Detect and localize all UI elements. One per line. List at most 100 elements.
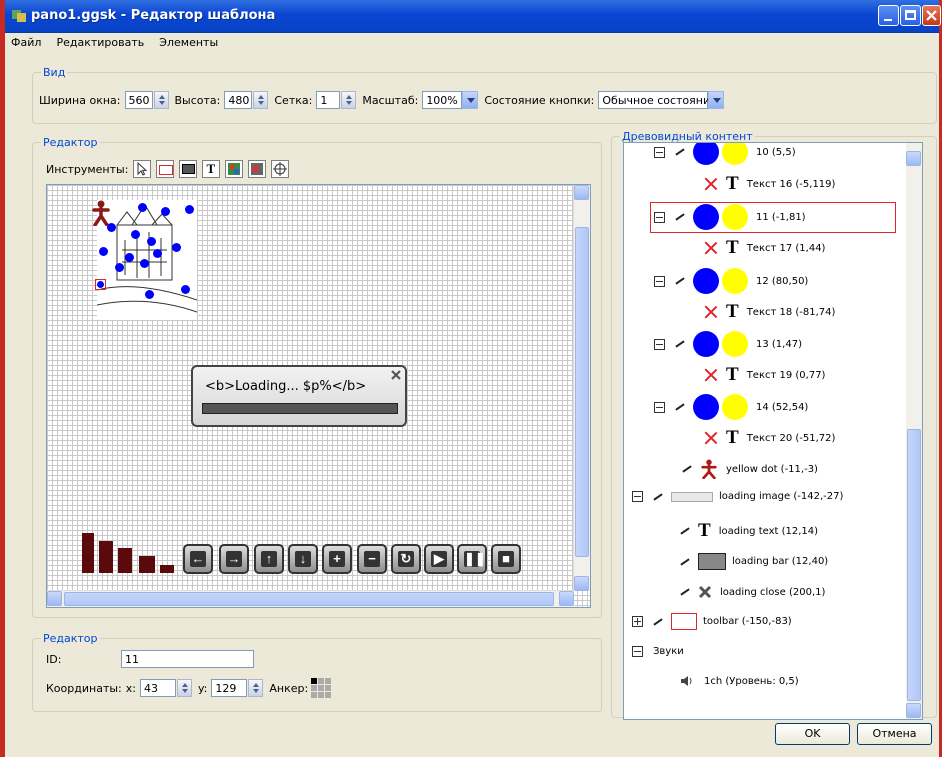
y-spinner[interactable] xyxy=(248,679,264,697)
volume-bar[interactable] xyxy=(82,533,94,573)
toolbar-left-button[interactable]: ← xyxy=(183,544,213,574)
collapse-icon[interactable] xyxy=(654,275,665,287)
toolbar-zoom-in-button[interactable]: + xyxy=(322,544,352,574)
image-button-tool-button[interactable] xyxy=(248,160,267,178)
button-state-select[interactable]: Обычное состояние xyxy=(598,91,717,109)
blue-dot[interactable] xyxy=(99,247,108,256)
hotspot-tool-button[interactable] xyxy=(271,160,290,178)
tree-node[interactable]: loading image (-142,-27) xyxy=(632,491,843,502)
tree-node[interactable]: T Текст 19 (0,77) xyxy=(704,365,825,384)
height-input[interactable]: 480 xyxy=(224,91,253,109)
select-tool-button[interactable] xyxy=(133,160,152,178)
toolbar-rotate-button[interactable]: ↻ xyxy=(391,544,421,574)
menu-elements[interactable]: Элементы xyxy=(153,33,224,49)
tree-node-selected[interactable]: 11 (-1,81) xyxy=(654,204,806,230)
tree-node[interactable]: T Текст 17 (1,44) xyxy=(704,238,825,257)
image-tool-button[interactable] xyxy=(225,160,244,178)
blue-dot[interactable] xyxy=(115,263,124,272)
scroll-down-icon[interactable] xyxy=(574,576,589,591)
filled-rect-tool-button[interactable] xyxy=(179,160,198,178)
editor-canvas[interactable]: <b>Loading... $p%</b> ← → ↑ ↓ + − ↻ ▶ ❚❚… xyxy=(46,184,591,608)
collapse-icon[interactable] xyxy=(654,146,665,158)
tree-scroll-thumb[interactable] xyxy=(907,429,921,701)
tree-node[interactable]: loading close (200,1) xyxy=(680,585,825,599)
button-state-dropdown-icon[interactable] xyxy=(708,91,725,109)
close-button[interactable] xyxy=(922,5,941,26)
loading-bar[interactable] xyxy=(202,403,398,414)
scroll-left-icon[interactable] xyxy=(47,591,62,606)
grid-input[interactable]: 1 xyxy=(316,91,341,109)
x-input[interactable]: 43 xyxy=(139,679,176,697)
tree-node[interactable]: loading bar (12,40) xyxy=(680,553,828,570)
tree-node[interactable]: T Текст 18 (-81,74) xyxy=(704,302,835,321)
tree-node[interactable]: T loading text (12,14) xyxy=(680,521,818,540)
cancel-button[interactable]: Отмена xyxy=(857,723,932,745)
volume-bar[interactable] xyxy=(118,548,132,573)
horizontal-scroll-thumb[interactable] xyxy=(64,592,554,606)
minimize-button[interactable] xyxy=(878,5,899,26)
blue-dot[interactable] xyxy=(125,253,134,262)
x-spinner[interactable] xyxy=(176,679,192,697)
id-input[interactable]: 11 xyxy=(121,650,254,668)
canvas-vertical-scrollbar[interactable] xyxy=(573,185,590,591)
ok-button[interactable]: OK xyxy=(775,723,850,745)
tree-node[interactable]: 1ch (Уровень: 0,5) xyxy=(680,675,799,687)
rectangle-tool-button[interactable] xyxy=(156,160,175,178)
tree-node[interactable]: T Текст 16 (-5,119) xyxy=(704,174,835,193)
toolbar-pause-button[interactable]: ❚❚ xyxy=(457,544,487,574)
tree-scroll-down-icon[interactable] xyxy=(906,703,921,718)
tree-node[interactable]: T Текст 20 (-51,72) xyxy=(704,428,835,447)
collapse-icon[interactable] xyxy=(654,401,665,413)
scale-dropdown-icon[interactable] xyxy=(462,91,479,109)
grid-spinner[interactable] xyxy=(341,91,357,109)
yellow-dot-figure-icon[interactable] xyxy=(91,200,111,226)
toolbar-up-button[interactable]: ↑ xyxy=(254,544,284,574)
tree-node[interactable]: 12 (80,50) xyxy=(654,268,808,294)
toolbar-down-button[interactable]: ↓ xyxy=(288,544,318,574)
blue-dot[interactable] xyxy=(185,205,194,214)
collapse-icon[interactable] xyxy=(654,211,665,223)
blue-dot[interactable] xyxy=(107,223,116,232)
selected-blue-dot[interactable] xyxy=(95,279,106,290)
blue-dot[interactable] xyxy=(161,207,170,216)
tree-view[interactable]: 10 (5,5) T Текст 16 (-5,119) 11 (-1,81) … xyxy=(623,142,923,720)
y-input[interactable]: 129 xyxy=(211,679,248,697)
tree-node[interactable]: 14 (52,54) xyxy=(654,394,808,420)
blue-dot[interactable] xyxy=(140,259,149,268)
vertical-scroll-thumb[interactable] xyxy=(575,227,589,557)
blue-dot[interactable] xyxy=(153,249,162,258)
tree-node[interactable]: toolbar (-150,-83) xyxy=(632,613,792,630)
menu-file[interactable]: Файл xyxy=(5,33,47,49)
tree-node[interactable]: 10 (5,5) xyxy=(654,143,796,165)
blue-dot[interactable] xyxy=(138,203,147,212)
loading-text[interactable]: <b>Loading... $p%</b> xyxy=(205,379,366,394)
collapse-icon[interactable] xyxy=(654,338,665,350)
loading-image[interactable]: <b>Loading... $p%</b> xyxy=(191,365,407,427)
toolbar-right-button[interactable]: → xyxy=(219,544,249,574)
menu-edit[interactable]: Редактировать xyxy=(50,33,150,49)
blue-dot[interactable] xyxy=(147,237,156,246)
volume-bar[interactable] xyxy=(139,556,155,573)
maximize-button[interactable] xyxy=(900,5,921,26)
toolbar-play-button[interactable]: ▶ xyxy=(424,544,454,574)
loading-close-icon[interactable] xyxy=(391,370,401,380)
collapse-icon[interactable] xyxy=(632,491,643,502)
volume-bar[interactable] xyxy=(160,565,174,573)
tree-node[interactable]: 13 (1,47) xyxy=(654,331,802,357)
toolbar-zoom-out-button[interactable]: − xyxy=(357,544,387,574)
width-input[interactable]: 560 xyxy=(124,91,153,109)
blue-dot[interactable] xyxy=(145,290,154,299)
scale-select[interactable]: 100% xyxy=(422,91,463,109)
scroll-right-icon[interactable] xyxy=(559,591,574,606)
expand-icon[interactable] xyxy=(632,616,643,627)
volume-bar[interactable] xyxy=(99,541,113,573)
blue-dot[interactable] xyxy=(181,285,190,294)
tree-node-sounds[interactable]: Звуки xyxy=(632,646,684,657)
tree-node[interactable]: yellow dot (-11,-3) xyxy=(682,459,818,479)
canvas-horizontal-scrollbar[interactable] xyxy=(47,590,574,607)
tree-vertical-scrollbar[interactable] xyxy=(906,143,922,719)
anchor-grid-icon[interactable] xyxy=(311,678,332,698)
blue-dot[interactable] xyxy=(172,243,181,252)
text-tool-button[interactable]: T xyxy=(202,160,221,178)
blue-dot[interactable] xyxy=(131,230,140,239)
